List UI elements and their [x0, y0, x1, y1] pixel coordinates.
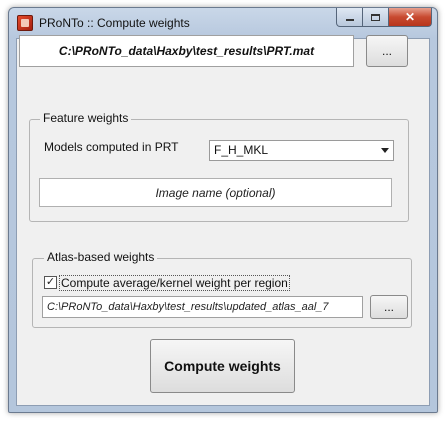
atlas-checkbox-label[interactable]: Compute average/kernel weight per region	[59, 275, 290, 291]
models-label: Models computed in PRT	[44, 140, 179, 154]
window-controls: ✕	[336, 8, 432, 27]
browse-atlas-button[interactable]: ...	[370, 295, 408, 319]
image-name-input[interactable]: Image name (optional)	[39, 178, 392, 207]
maximize-icon	[371, 13, 380, 21]
model-select[interactable]: F_H_MKL	[209, 140, 394, 161]
prt-path-field[interactable]: C:\PRoNTo_data\Haxby\test_results\PRT.ma…	[19, 35, 354, 67]
close-icon: ✕	[404, 10, 416, 24]
feature-weights-legend: Feature weights	[40, 111, 132, 125]
compute-weights-button[interactable]: Compute weights	[150, 339, 295, 393]
close-button[interactable]: ✕	[388, 8, 432, 27]
check-icon: ✓	[45, 276, 56, 288]
title-bar[interactable]: PRoNTo :: Compute weights ✕	[9, 8, 437, 38]
browse-prt-button[interactable]: ...	[366, 35, 408, 67]
minimize-button[interactable]	[336, 8, 363, 27]
minimize-icon	[345, 19, 354, 21]
atlas-checkbox[interactable]: ✓	[44, 276, 57, 289]
model-select-value: F_H_MKL	[214, 143, 269, 157]
atlas-path-field[interactable]: C:\PRoNTo_data\Haxby\test_results\update…	[42, 296, 363, 318]
window-title: PRoNTo :: Compute weights	[39, 16, 190, 30]
pronto-app-icon	[17, 15, 33, 31]
maximize-button[interactable]	[362, 8, 389, 27]
atlas-weights-legend: Atlas-based weights	[44, 250, 158, 264]
chevron-down-icon[interactable]	[381, 148, 389, 153]
